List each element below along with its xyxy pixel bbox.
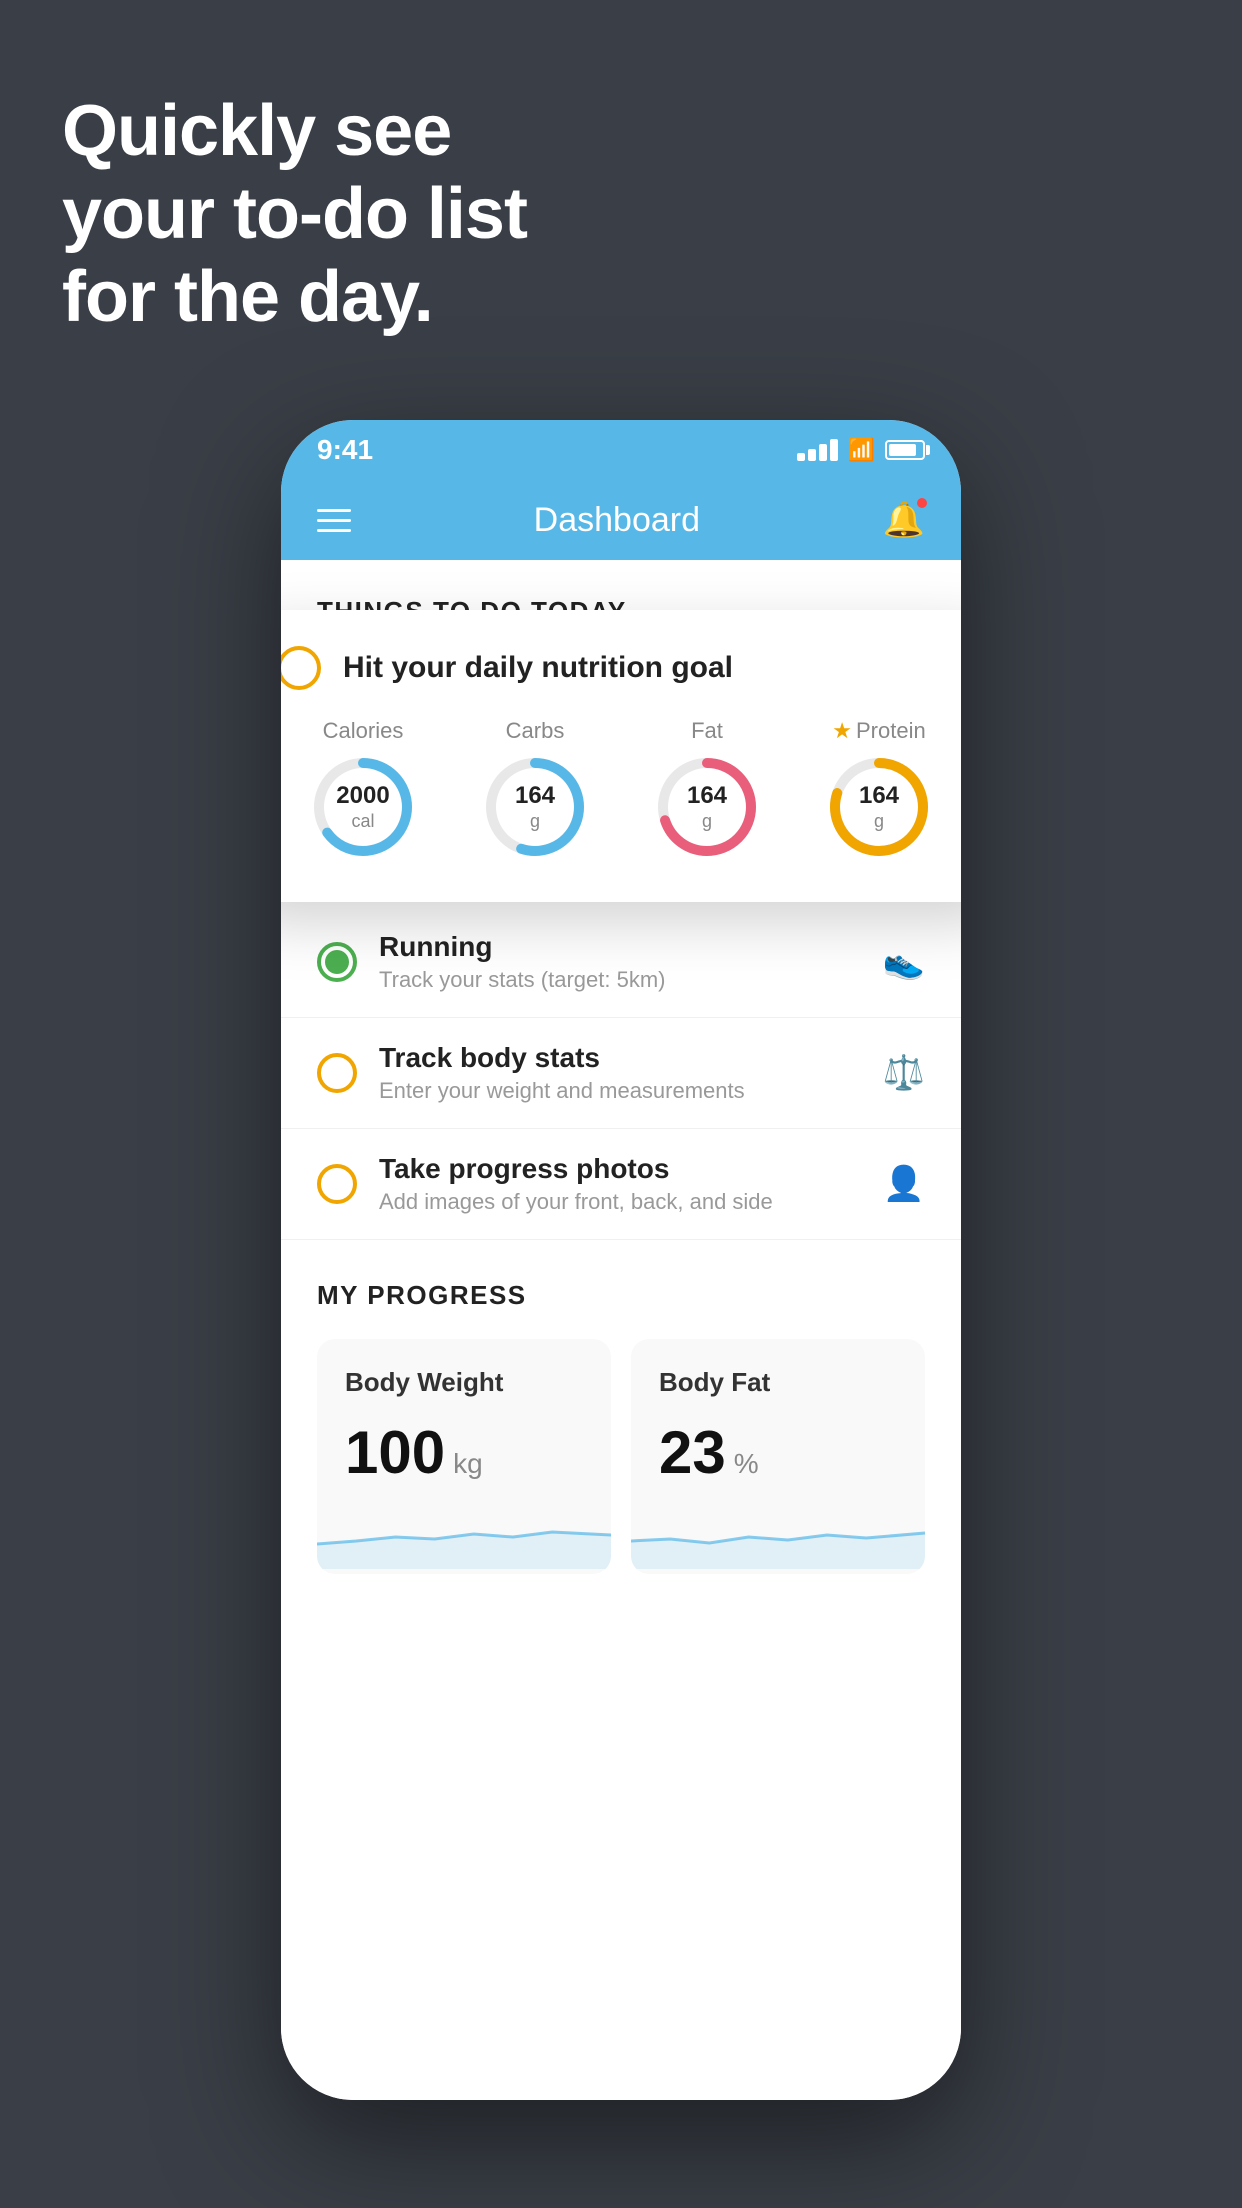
- star-icon: ★: [832, 718, 852, 744]
- shoe-icon: 👟: [883, 942, 925, 982]
- calories-label: Calories: [323, 718, 404, 744]
- progress-header: MY PROGRESS: [317, 1280, 925, 1311]
- nutrition-circles: Calories 2000 cal: [281, 718, 961, 862]
- body-stats-text: Track body stats Enter your weight and m…: [379, 1042, 861, 1104]
- person-icon: 👤: [883, 1164, 925, 1204]
- progress-cards: Body Weight 100 kg: [317, 1339, 925, 1574]
- body-weight-title: Body Weight: [345, 1367, 583, 1398]
- progress-section: MY PROGRESS Body Weight 100 kg: [281, 1240, 961, 1574]
- fat-donut: 164 g: [652, 752, 762, 862]
- hamburger-menu[interactable]: [317, 509, 351, 532]
- body-stats-subtitle: Enter your weight and measurements: [379, 1078, 861, 1104]
- battery-icon: [885, 440, 925, 460]
- nutrition-card: Hit your daily nutrition goal Calories 2: [281, 610, 961, 902]
- nutrition-protein: ★ Protein 164 g: [824, 718, 934, 862]
- running-subtitle: Track your stats (target: 5km): [379, 967, 861, 993]
- status-time: 9:41: [317, 434, 373, 466]
- protein-value: 164: [859, 782, 899, 811]
- body-fat-value: 23: [659, 1418, 726, 1487]
- body-stats-title: Track body stats: [379, 1042, 861, 1074]
- todo-item-body-stats[interactable]: Track body stats Enter your weight and m…: [281, 1018, 961, 1129]
- nutrition-fat: Fat 164 g: [652, 718, 762, 862]
- photos-subtitle: Add images of your front, back, and side: [379, 1189, 861, 1215]
- app-title: Dashboard: [534, 501, 700, 540]
- scale-icon: ⚖️: [883, 1053, 925, 1093]
- carbs-label: Carbs: [506, 718, 565, 744]
- phone-frame: 9:41 📶 Dashboard 🔔: [281, 420, 961, 2100]
- photos-title: Take progress photos: [379, 1153, 861, 1185]
- todo-item-running[interactable]: Running Track your stats (target: 5km) 👟: [281, 907, 961, 1018]
- nutrition-calories: Calories 2000 cal: [308, 718, 418, 862]
- hero-line2: your to-do list: [62, 173, 527, 256]
- signal-icon: [797, 439, 838, 461]
- status-icons: 📶: [797, 437, 925, 463]
- body-fat-sparkline: [631, 1499, 925, 1574]
- nutrition-carbs: Carbs 164 g: [480, 718, 590, 862]
- main-content: THINGS TO DO TODAY Hit your daily nutrit…: [281, 560, 961, 2100]
- running-text: Running Track your stats (target: 5km): [379, 931, 861, 993]
- notification-bell[interactable]: 🔔: [883, 500, 925, 540]
- card-circle-indicator: [281, 646, 321, 690]
- calories-donut: 2000 cal: [308, 752, 418, 862]
- fat-value: 164: [687, 782, 727, 811]
- carbs-value: 164: [515, 782, 555, 811]
- protein-label: Protein: [856, 718, 926, 744]
- todo-item-photos[interactable]: Take progress photos Add images of your …: [281, 1129, 961, 1240]
- running-circle: [317, 942, 357, 982]
- app-header: Dashboard 🔔: [281, 480, 961, 560]
- running-title: Running: [379, 931, 861, 963]
- photos-text: Take progress photos Add images of your …: [379, 1153, 861, 1215]
- notification-dot: [915, 496, 929, 510]
- fat-label: Fat: [691, 718, 723, 744]
- calories-value: 2000: [336, 782, 389, 811]
- carbs-unit: g: [515, 811, 555, 833]
- wifi-icon: 📶: [848, 437, 875, 463]
- fat-unit: g: [687, 811, 727, 833]
- carbs-donut: 164 g: [480, 752, 590, 862]
- hero-text: Quickly see your to-do list for the day.: [62, 90, 527, 338]
- body-weight-sparkline: [317, 1499, 611, 1574]
- body-fat-title: Body Fat: [659, 1367, 897, 1398]
- hero-line1: Quickly see: [62, 90, 527, 173]
- body-fat-unit: %: [734, 1448, 759, 1480]
- calories-unit: cal: [336, 811, 389, 833]
- body-weight-card[interactable]: Body Weight 100 kg: [317, 1339, 611, 1574]
- status-bar: 9:41 📶: [281, 420, 961, 480]
- photos-circle: [317, 1164, 357, 1204]
- protein-donut: 164 g: [824, 752, 934, 862]
- hero-line3: for the day.: [62, 256, 527, 339]
- body-weight-unit: kg: [453, 1448, 483, 1480]
- nutrition-card-title: Hit your daily nutrition goal: [343, 651, 733, 685]
- body-fat-card[interactable]: Body Fat 23 %: [631, 1339, 925, 1574]
- protein-label-row: ★ Protein: [832, 718, 925, 744]
- body-stats-circle: [317, 1053, 357, 1093]
- protein-unit: g: [859, 811, 899, 833]
- body-weight-value: 100: [345, 1418, 445, 1487]
